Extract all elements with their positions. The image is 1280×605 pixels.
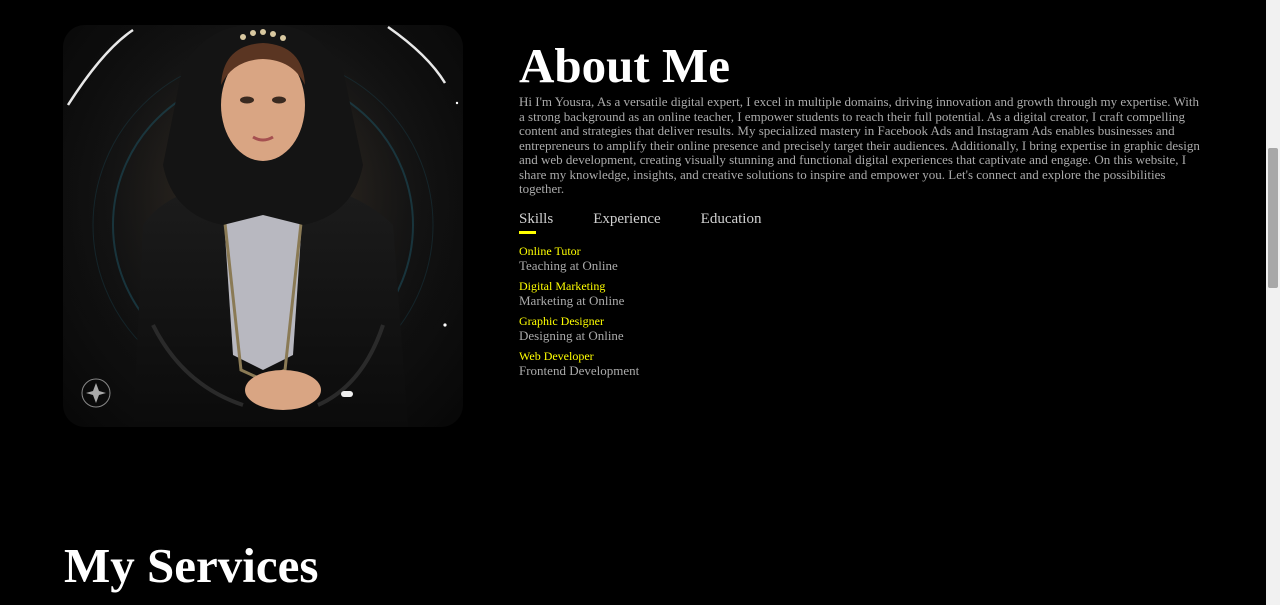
skill-title: Graphic Designer bbox=[519, 313, 604, 328]
skill-title: Online Tutor bbox=[519, 243, 581, 258]
skill-subtitle: Marketing at Online bbox=[519, 292, 625, 308]
skill-title: Digital Marketing bbox=[519, 278, 606, 293]
tab-experience[interactable]: Experience bbox=[593, 211, 660, 235]
skill-subtitle: Designing at Online bbox=[519, 327, 624, 343]
list-item: Graphic Designer Designing at Online bbox=[519, 313, 1201, 343]
about-description: Hi I'm Yousra, As a versatile digital ex… bbox=[519, 94, 1200, 196]
tab-skills[interactable]: Skills bbox=[519, 211, 553, 235]
page: About Me Hi I'm Yousra, As a versatile d… bbox=[0, 0, 1280, 605]
about-section: About Me Hi I'm Yousra, As a versatile d… bbox=[519, 38, 1201, 394]
skills-list: Online Tutor Teaching at Online Digital … bbox=[519, 243, 1201, 378]
list-item: Digital Marketing Marketing at Online bbox=[519, 278, 1201, 308]
profile-illustration bbox=[63, 25, 463, 427]
skill-title: Web Developer bbox=[519, 348, 594, 363]
skill-subtitle: Teaching at Online bbox=[519, 257, 618, 273]
list-item: Online Tutor Teaching at Online bbox=[519, 243, 1201, 273]
profile-photo bbox=[63, 25, 463, 427]
skill-subtitle: Frontend Development bbox=[519, 362, 640, 378]
tab-education[interactable]: Education bbox=[701, 211, 762, 235]
list-item: Web Developer Frontend Development bbox=[519, 348, 1201, 378]
about-tabs: Skills Experience Education bbox=[519, 211, 1201, 235]
about-title: About Me bbox=[519, 38, 730, 93]
vertical-scrollbar[interactable] bbox=[1266, 0, 1280, 605]
scrollbar-thumb[interactable] bbox=[1268, 148, 1278, 288]
services-title: My Services bbox=[64, 538, 319, 593]
